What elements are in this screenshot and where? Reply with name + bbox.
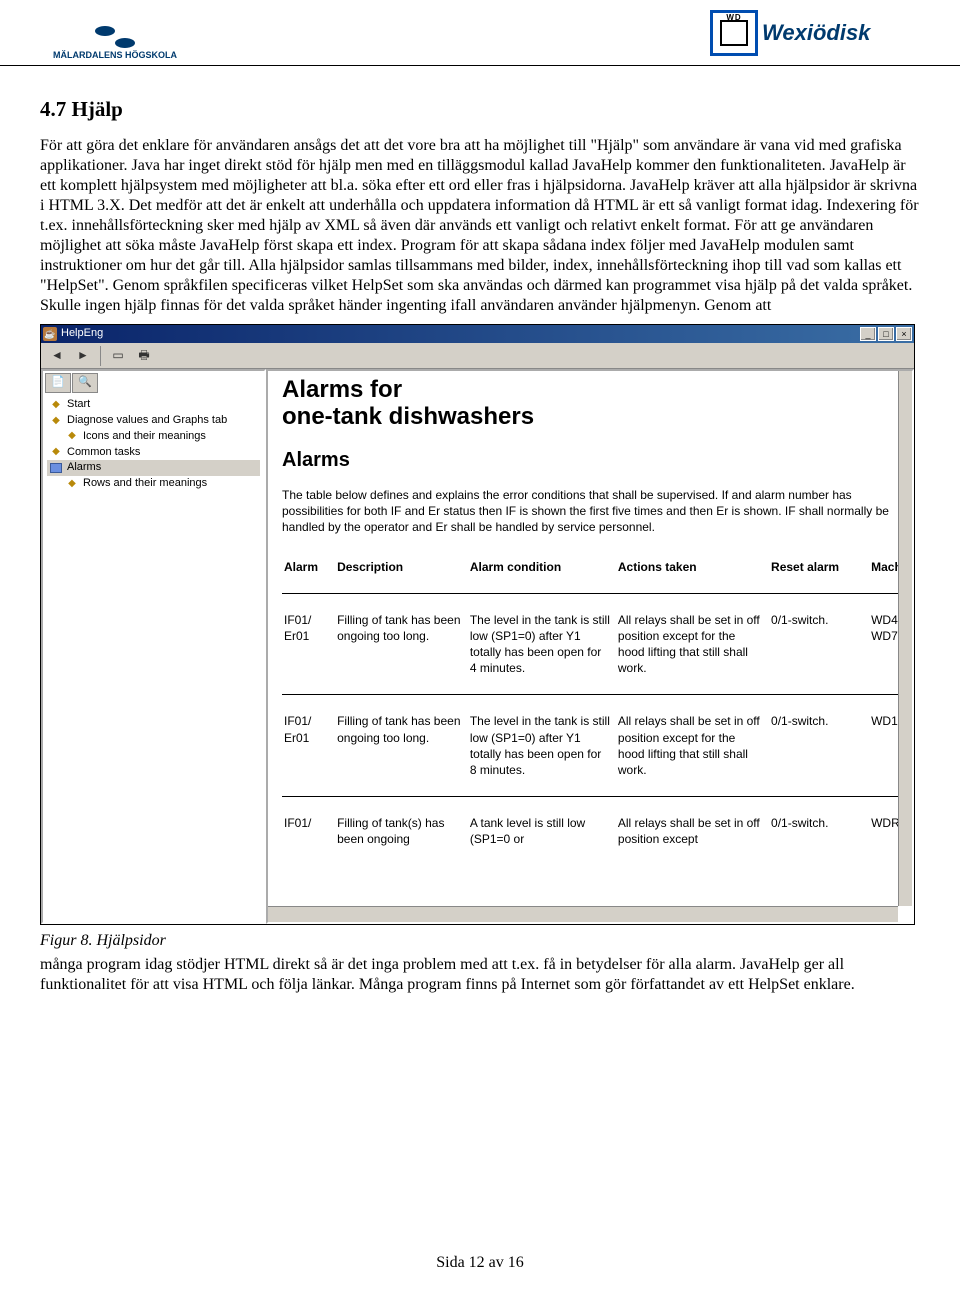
- th-condition: Alarm condition: [468, 552, 616, 594]
- tree-tab-contents[interactable]: 📄: [45, 373, 71, 393]
- th-reset: Reset alarm: [769, 552, 869, 594]
- logo-wexiodisk-text: Wexiödisk: [758, 10, 920, 56]
- logo-icon: [95, 26, 135, 48]
- vertical-scrollbar[interactable]: [898, 371, 912, 906]
- tree-item-start[interactable]: ◆ Start: [47, 397, 260, 413]
- bullet-icon: ◆: [65, 431, 79, 443]
- table-row: IF01/ Er01 Filling of tank has been ongo…: [282, 593, 910, 695]
- td-actions: All relays shall be set in off position …: [616, 593, 769, 695]
- window-title: HelpEng: [61, 327, 860, 341]
- logo-malardalen: MÄLARDALENS HÖGSKOLA: [40, 10, 190, 60]
- tree-label: Start: [67, 398, 90, 412]
- page-number: Sida 12 av 16: [0, 1254, 960, 1272]
- td-actions: All relays shall be set in off position …: [616, 695, 769, 797]
- logo-malardalen-text: MÄLARDALENS HÖGSKOLA: [53, 50, 177, 60]
- tree-label: Diagnose values and Graphs tab: [67, 414, 227, 428]
- close-button[interactable]: ×: [896, 327, 912, 341]
- help-intro-text: The table below defines and explains the…: [282, 487, 910, 536]
- td-reset: 0/1-switch.: [769, 797, 869, 866]
- tree-list: ◆ Start ◆ Diagnose values and Graphs tab…: [45, 395, 262, 494]
- td-condition: The level in the tank is still low (SP1=…: [468, 593, 616, 695]
- tree-pane: 📄 🔍 ◆ Start ◆ Diagnose values and Graphs…: [41, 369, 266, 924]
- tree-tab-search[interactable]: 🔍: [72, 373, 98, 393]
- bullet-icon: ◆: [49, 415, 63, 427]
- page-setup-button[interactable]: ▭: [106, 345, 130, 367]
- tree-item-diagnose[interactable]: ◆ Diagnose values and Graphs tab: [47, 413, 260, 429]
- help-h1-line2: one-tank dishwashers: [282, 403, 534, 430]
- bullet-icon: ◆: [49, 399, 63, 411]
- minimize-button[interactable]: _: [860, 327, 876, 341]
- toolbar-separator: [100, 346, 101, 366]
- td-description: Filling of tank has been ongoing too lon…: [335, 593, 468, 695]
- figure-caption: Figur 8. Hjälpsidor: [40, 931, 920, 951]
- tree-label: Common tasks: [67, 446, 140, 460]
- tree-item-icons[interactable]: ◆ Icons and their meanings: [47, 429, 260, 445]
- page-content: 4.7 Hjälp För att göra det enklare för a…: [0, 66, 960, 1009]
- section-paragraph-2: många program idag stödjer HTML direkt s…: [40, 955, 920, 995]
- td-description: Filling of tank has been ongoing too lon…: [335, 695, 468, 797]
- maximize-button[interactable]: □: [878, 327, 894, 341]
- section-paragraph-1: För att göra det enklare för användaren …: [40, 136, 920, 316]
- logo-wexiodisk: WD Wexiödisk: [710, 10, 920, 56]
- td-alarm: IF01/ Er01: [282, 695, 335, 797]
- horizontal-scrollbar[interactable]: [268, 906, 898, 922]
- print-button[interactable]: 🖶: [132, 345, 156, 367]
- back-button[interactable]: ◄: [45, 345, 69, 367]
- td-condition: The level in the tank is still low (SP1=…: [468, 695, 616, 797]
- alarm-table: Alarm Description Alarm condition Action…: [282, 552, 910, 866]
- java-app-icon: ☕: [43, 327, 57, 341]
- td-reset: 0/1-switch.: [769, 695, 869, 797]
- bullet-icon: ◆: [49, 446, 63, 458]
- help-h1: Alarms for one-tank dishwashers: [282, 377, 910, 430]
- td-condition: A tank level is still low (SP1=0 or: [468, 797, 616, 866]
- tree-item-rows[interactable]: ◆ Rows and their meanings: [47, 476, 260, 492]
- page-header: MÄLARDALENS HÖGSKOLA WD Wexiödisk: [0, 0, 960, 66]
- help-body: 📄 🔍 ◆ Start ◆ Diagnose values and Graphs…: [41, 369, 914, 924]
- th-description: Description: [335, 552, 468, 594]
- help-h1-line1: Alarms for: [282, 376, 402, 403]
- tree-item-alarms[interactable]: Alarms: [47, 460, 260, 476]
- section-heading: 4.7 Hjälp: [40, 96, 920, 122]
- tree-label: Icons and their meanings: [83, 430, 206, 444]
- table-row: IF01/ Filling of tank(s) has been ongoin…: [282, 797, 910, 866]
- table-row: IF01/ Er01 Filling of tank has been ongo…: [282, 695, 910, 797]
- window-titlebar[interactable]: ☕ HelpEng _ □ ×: [41, 325, 914, 343]
- help-toolbar: ◄ ► ▭ 🖶: [41, 343, 914, 369]
- td-description: Filling of tank(s) has been ongoing: [335, 797, 468, 866]
- table-header-row: Alarm Description Alarm condition Action…: [282, 552, 910, 594]
- book-icon: [49, 462, 63, 474]
- tree-item-common[interactable]: ◆ Common tasks: [47, 445, 260, 461]
- help-content-pane: Alarms for one-tank dishwashers Alarms T…: [266, 369, 914, 924]
- wd-logo-square: WD: [710, 10, 758, 56]
- th-actions: Actions taken: [616, 552, 769, 594]
- td-reset: 0/1-switch.: [769, 593, 869, 695]
- help-h2: Alarms: [282, 448, 910, 473]
- tree-label: Alarms: [67, 461, 101, 475]
- bullet-icon: ◆: [65, 478, 79, 490]
- td-alarm: IF01/ Er01: [282, 593, 335, 695]
- helpeng-window: ☕ HelpEng _ □ × ◄ ► ▭ 🖶 📄 🔍: [40, 324, 915, 925]
- tree-label: Rows and their meanings: [83, 477, 207, 491]
- th-alarm: Alarm: [282, 552, 335, 594]
- forward-button[interactable]: ►: [71, 345, 95, 367]
- td-alarm: IF01/: [282, 797, 335, 866]
- td-actions: All relays shall be set in off position …: [616, 797, 769, 866]
